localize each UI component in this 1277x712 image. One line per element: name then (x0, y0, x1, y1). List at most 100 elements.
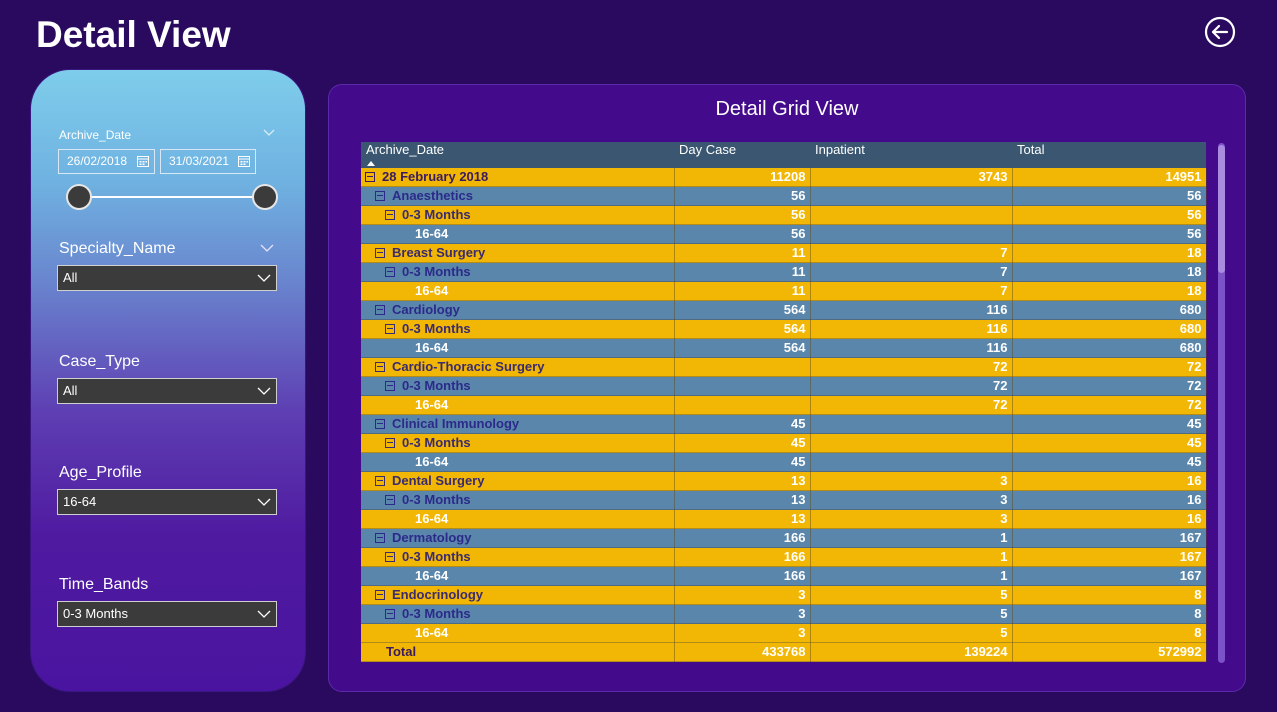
age-profile-select[interactable]: 16-64 (57, 489, 277, 515)
table-row[interactable]: Anaesthetics 56 56 (361, 186, 1207, 206)
age-profile-value: 16-64 (63, 494, 97, 509)
inpatient-cell: 1 (810, 566, 1013, 586)
collapse-toggle-icon[interactable] (375, 532, 385, 543)
table-row[interactable]: 28 February 2018 11208 3743 14951 (361, 168, 1207, 187)
collapse-toggle-icon[interactable] (365, 171, 375, 182)
table-row[interactable]: 16-64 13 3 16 (361, 509, 1207, 529)
table-row[interactable]: 0-3 Months 166 1 167 (361, 547, 1207, 567)
row-label: Cardiology (392, 302, 460, 317)
table-row[interactable]: 0-3 Months 11 7 18 (361, 262, 1207, 282)
collapse-toggle-icon[interactable] (375, 475, 385, 486)
inpatient-cell: 3 (810, 509, 1013, 529)
collapse-toggle-icon[interactable] (385, 209, 395, 220)
table-row[interactable]: 16-64 72 72 (361, 395, 1207, 415)
grid-scrollbar[interactable] (1218, 143, 1225, 663)
specialty-collapse-icon[interactable] (260, 244, 274, 254)
collapse-toggle-icon[interactable] (385, 380, 395, 391)
chevron-down-icon (257, 610, 271, 620)
collapse-toggle-icon[interactable] (385, 494, 395, 505)
table-row[interactable]: 16-64 166 1 167 (361, 566, 1207, 586)
inpatient-cell (810, 414, 1013, 434)
end-date-input[interactable]: 31/03/2021 (160, 149, 256, 174)
row-label: Endocrinology (392, 587, 483, 602)
collapse-toggle-icon[interactable] (385, 266, 395, 277)
inpatient-cell: 5 (810, 604, 1013, 624)
inpatient-cell: 116 (810, 319, 1013, 339)
inpatient-cell: 3743 (810, 168, 1013, 187)
total-cell: 8 (1012, 604, 1207, 624)
date-slider-end-handle[interactable] (252, 184, 278, 210)
specialty-select[interactable]: All (57, 265, 277, 291)
row-label: 0-3 Months (402, 435, 471, 450)
collapse-toggle-icon[interactable] (375, 589, 385, 600)
row-label: Breast Surgery (392, 245, 486, 260)
day-case-cell: 13 (674, 509, 811, 529)
collapse-toggle-icon[interactable] (375, 247, 385, 258)
row-label: Anaesthetics (392, 188, 473, 203)
table-row[interactable]: Breast Surgery 11 7 18 (361, 243, 1207, 263)
case-type-select[interactable]: All (57, 378, 277, 404)
table-row[interactable]: 0-3 Months 564 116 680 (361, 319, 1207, 339)
date-range-slider-track[interactable] (77, 196, 267, 198)
collapse-toggle-icon[interactable] (385, 608, 395, 619)
row-label: 16-64 (415, 454, 449, 469)
inpatient-cell: 116 (810, 338, 1013, 358)
table-row[interactable]: 16-64 11 7 18 (361, 281, 1207, 301)
day-case-cell: 13 (674, 490, 811, 510)
row-label-cell: 16-64 (361, 395, 675, 415)
table-row[interactable]: Dermatology 166 1 167 (361, 528, 1207, 548)
grid-scrollbar-thumb[interactable] (1218, 145, 1225, 273)
total-cell: 72 (1012, 395, 1207, 415)
collapse-toggle-icon[interactable] (375, 190, 385, 201)
inpatient-cell: 5 (810, 585, 1013, 605)
collapse-toggle-icon[interactable] (385, 551, 395, 562)
row-label-cell: Breast Surgery (361, 243, 675, 263)
table-row[interactable]: Endocrinology 3 5 8 (361, 585, 1207, 605)
table-row[interactable]: 16-64 56 56 (361, 224, 1207, 244)
table-row[interactable]: 16-64 3 5 8 (361, 623, 1207, 643)
start-date-input[interactable]: 26/02/2018 (58, 149, 155, 174)
calendar-icon[interactable] (238, 155, 250, 167)
total-cell: 167 (1012, 528, 1207, 548)
time-bands-select[interactable]: 0-3 Months (57, 601, 277, 627)
column-header-inpatient[interactable]: Inpatient (810, 142, 1012, 168)
day-case-cell: 11208 (674, 168, 811, 187)
inpatient-cell (810, 452, 1013, 472)
collapse-toggle-icon[interactable] (375, 304, 385, 315)
table-row[interactable]: 0-3 Months 13 3 16 (361, 490, 1207, 510)
table-row[interactable]: 16-64 45 45 (361, 452, 1207, 472)
detail-grid: Archive_Date Day Case Inpatient Total 28… (361, 142, 1207, 662)
column-header-archive-date[interactable]: Archive_Date (361, 142, 674, 168)
table-row[interactable]: 16-64 564 116 680 (361, 338, 1207, 358)
calendar-icon[interactable] (137, 155, 149, 167)
day-case-cell (674, 395, 811, 415)
table-row[interactable]: Clinical Immunology 45 45 (361, 414, 1207, 434)
collapse-toggle-icon[interactable] (385, 323, 395, 334)
day-case-cell: 56 (674, 224, 811, 244)
date-slider-start-handle[interactable] (66, 184, 92, 210)
row-label-cell: 0-3 Months (361, 433, 675, 453)
table-row[interactable]: Dental Surgery 13 3 16 (361, 471, 1207, 491)
page-title: Detail View (36, 14, 231, 55)
total-cell: 167 (1012, 566, 1207, 586)
row-label-cell: 0-3 Months (361, 604, 675, 624)
table-row[interactable]: 0-3 Months 45 45 (361, 433, 1207, 453)
collapse-toggle-icon[interactable] (375, 418, 385, 429)
table-row[interactable]: 0-3 Months 72 72 (361, 376, 1207, 396)
table-row[interactable]: Cardio-Thoracic Surgery 72 72 (361, 357, 1207, 377)
row-label-cell: Anaesthetics (361, 186, 675, 206)
collapse-toggle-icon[interactable] (375, 361, 385, 372)
column-header-total[interactable]: Total (1012, 142, 1206, 168)
row-label-cell: Cardio-Thoracic Surgery (361, 357, 675, 377)
table-row[interactable]: Cardiology 564 116 680 (361, 300, 1207, 320)
row-label: 0-3 Months (402, 321, 471, 336)
total-cell: 56 (1012, 186, 1207, 206)
collapse-toggle-icon[interactable] (385, 437, 395, 448)
back-button[interactable] (1203, 15, 1237, 49)
archive-date-collapse-icon[interactable] (263, 129, 277, 139)
row-label: 0-3 Months (402, 549, 471, 564)
table-row[interactable]: 0-3 Months 3 5 8 (361, 604, 1207, 624)
column-header-day-case[interactable]: Day Case (674, 142, 810, 168)
table-row[interactable]: 0-3 Months 56 56 (361, 205, 1207, 225)
total-cell: 72 (1012, 376, 1207, 396)
